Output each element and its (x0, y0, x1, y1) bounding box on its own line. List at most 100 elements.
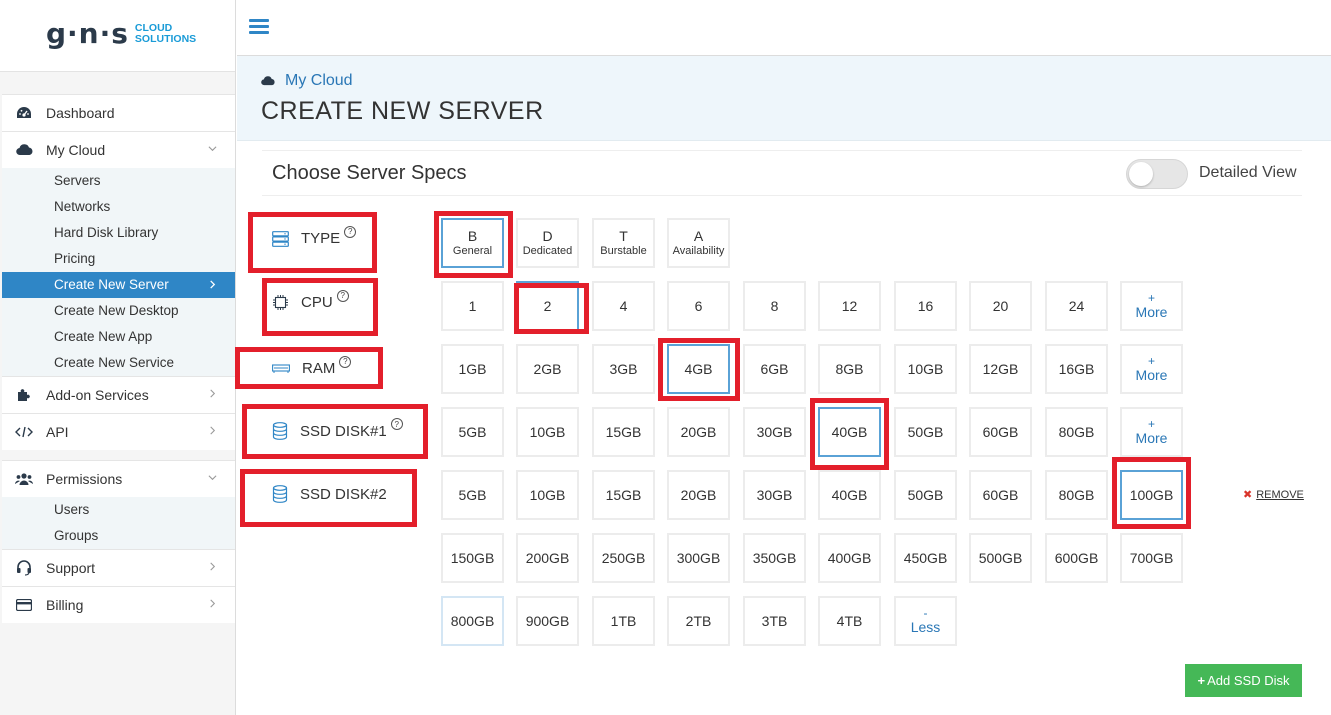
ssd2-option[interactable]: 450GB (894, 533, 957, 583)
sidebar-item-pricing[interactable]: Pricing (2, 246, 235, 272)
remove-disk-link[interactable]: ✖ REMOVE (1243, 488, 1304, 502)
ssd2-option[interactable]: 2TB (667, 596, 730, 646)
sidebar-item-billing[interactable]: Billing (2, 586, 235, 623)
ssd2-option[interactable]: 250GB (592, 533, 655, 583)
chevron-right-icon (210, 599, 216, 608)
cpu-more-button[interactable]: + More (1120, 281, 1183, 331)
logo-area: g·n·s CLOUD SOLUTIONS (0, 0, 235, 72)
ssd2-option[interactable]: 700GB (1120, 533, 1183, 583)
hamburger-menu-icon[interactable] (249, 19, 269, 34)
cpu-label-text: CPU (301, 294, 333, 311)
help-icon[interactable]: ? (390, 418, 403, 430)
permissions-submenu: Users Groups (2, 497, 235, 549)
ssd2-option[interactable]: 4TB (818, 596, 881, 646)
cpu-option[interactable]: 16 (894, 281, 957, 331)
sidebar-item-servers[interactable]: Servers (2, 168, 235, 194)
sidebar-item-my-cloud[interactable]: My Cloud (2, 131, 235, 168)
help-icon[interactable]: ? (344, 225, 357, 238)
sidebar-item-create-new-server[interactable]: Create New Server (2, 272, 235, 298)
ssd2-option[interactable]: 900GB (516, 596, 579, 646)
plus-icon: + (1147, 417, 1155, 431)
sidebar-item-groups[interactable]: Groups (2, 523, 235, 549)
ssd2-option[interactable]: 400GB (818, 533, 881, 583)
sidebar-item-hard-disk-library[interactable]: Hard Disk Library (2, 220, 235, 246)
ssd2-option[interactable]: 60GB (969, 470, 1032, 520)
type-option-general[interactable]: B General (441, 218, 504, 268)
ssd2-option[interactable]: 3TB (743, 596, 806, 646)
ssd1-option[interactable]: 40GB (818, 407, 881, 457)
ssd2-option[interactable]: 15GB (592, 470, 655, 520)
ssd2-option[interactable]: 500GB (969, 533, 1032, 583)
ram-option[interactable]: 3GB (592, 344, 655, 394)
ram-option[interactable]: 2GB (516, 344, 579, 394)
ssd2-option[interactable]: 30GB (743, 470, 806, 520)
cpu-option[interactable]: 2 (516, 281, 579, 331)
cloud-icon (261, 76, 275, 86)
detailed-view-toggle[interactable] (1126, 159, 1188, 189)
type-option-availability[interactable]: A Availability (667, 218, 730, 268)
ssd2-option[interactable]: 80GB (1045, 470, 1108, 520)
cpu-option[interactable]: 24 (1045, 281, 1108, 331)
ssd1-more-button[interactable]: + More (1120, 407, 1183, 457)
ssd2-option[interactable]: 5GB (441, 470, 504, 520)
sidebar-item-create-new-service[interactable]: Create New Service (2, 350, 235, 376)
sidebar-item-support[interactable]: Support (2, 549, 235, 586)
cpu-option[interactable]: 6 (667, 281, 730, 331)
ram-option[interactable]: 1GB (441, 344, 504, 394)
ssd2-option[interactable]: 20GB (667, 470, 730, 520)
puzzle-icon (2, 388, 46, 402)
cpu-option[interactable]: 20 (969, 281, 1032, 331)
ram-option[interactable]: 16GB (1045, 344, 1108, 394)
ram-more-button[interactable]: + More (1120, 344, 1183, 394)
ssd2-option[interactable]: 50GB (894, 470, 957, 520)
sidebar-item-api[interactable]: API (2, 413, 235, 450)
sidebar-item-add-on-services[interactable]: Add-on Services (2, 376, 235, 413)
sidebar-item-dashboard[interactable]: Dashboard (2, 94, 235, 131)
ram-option[interactable]: 10GB (894, 344, 957, 394)
ssd1-option[interactable]: 80GB (1045, 407, 1108, 457)
sidebar-item-create-new-desktop[interactable]: Create New Desktop (2, 298, 235, 324)
cpu-option[interactable]: 4 (592, 281, 655, 331)
add-ssd-disk-button[interactable]: + Add SSD Disk (1185, 664, 1302, 697)
ssd2-option[interactable]: 200GB (516, 533, 579, 583)
ssd1-option[interactable]: 50GB (894, 407, 957, 457)
sidebar-item-users[interactable]: Users (2, 497, 235, 523)
cpu-option[interactable]: 8 (743, 281, 806, 331)
type-option-burstable[interactable]: T Burstable (592, 218, 655, 268)
ram-option[interactable]: 4GB (667, 344, 730, 394)
cpu-option[interactable]: 12 (818, 281, 881, 331)
ram-option[interactable]: 8GB (818, 344, 881, 394)
ssd2-option[interactable]: 10GB (516, 470, 579, 520)
breadcrumb[interactable]: My Cloud (261, 72, 353, 90)
sidebar-item-permissions[interactable]: Permissions (2, 460, 235, 497)
ssd2-option[interactable]: 150GB (441, 533, 504, 583)
ssd1-option[interactable]: 60GB (969, 407, 1032, 457)
logo[interactable]: g·n·s CLOUD SOLUTIONS (46, 18, 196, 50)
ssd1-option[interactable]: 30GB (743, 407, 806, 457)
ssd2-option[interactable]: 40GB (818, 470, 881, 520)
ssd2-option[interactable]: 600GB (1045, 533, 1108, 583)
more-label: More (1135, 304, 1168, 320)
ssd2-option[interactable]: 800GB (441, 596, 504, 646)
ram-option[interactable]: 12GB (969, 344, 1032, 394)
help-icon[interactable]: ? (336, 289, 349, 302)
toggle-label: Detailed View (1199, 164, 1297, 181)
code-icon (2, 426, 46, 438)
type-option-dedicated[interactable]: D Dedicated (516, 218, 579, 268)
ssd1-option[interactable]: 15GB (592, 407, 655, 457)
ssd2-option[interactable]: 100GB (1120, 470, 1183, 520)
sidebar-item-create-new-app[interactable]: Create New App (2, 324, 235, 350)
ssd2-option[interactable]: 300GB (667, 533, 730, 583)
ssd2-less-button[interactable]: - Less (894, 596, 957, 646)
ssd2-option[interactable]: 350GB (743, 533, 806, 583)
ssd1-option[interactable]: 5GB (441, 407, 504, 457)
ssd1-option[interactable]: 20GB (667, 407, 730, 457)
ssd2-option[interactable]: 1TB (592, 596, 655, 646)
ssd1-option[interactable]: 10GB (516, 407, 579, 457)
ram-option[interactable]: 6GB (743, 344, 806, 394)
cpu-option[interactable]: 1 (441, 281, 504, 331)
help-icon[interactable]: ? (339, 355, 352, 368)
sidebar-item-networks[interactable]: Networks (2, 194, 235, 220)
type-letter: D (542, 227, 553, 244)
type-label-text: TYPE (301, 230, 341, 247)
